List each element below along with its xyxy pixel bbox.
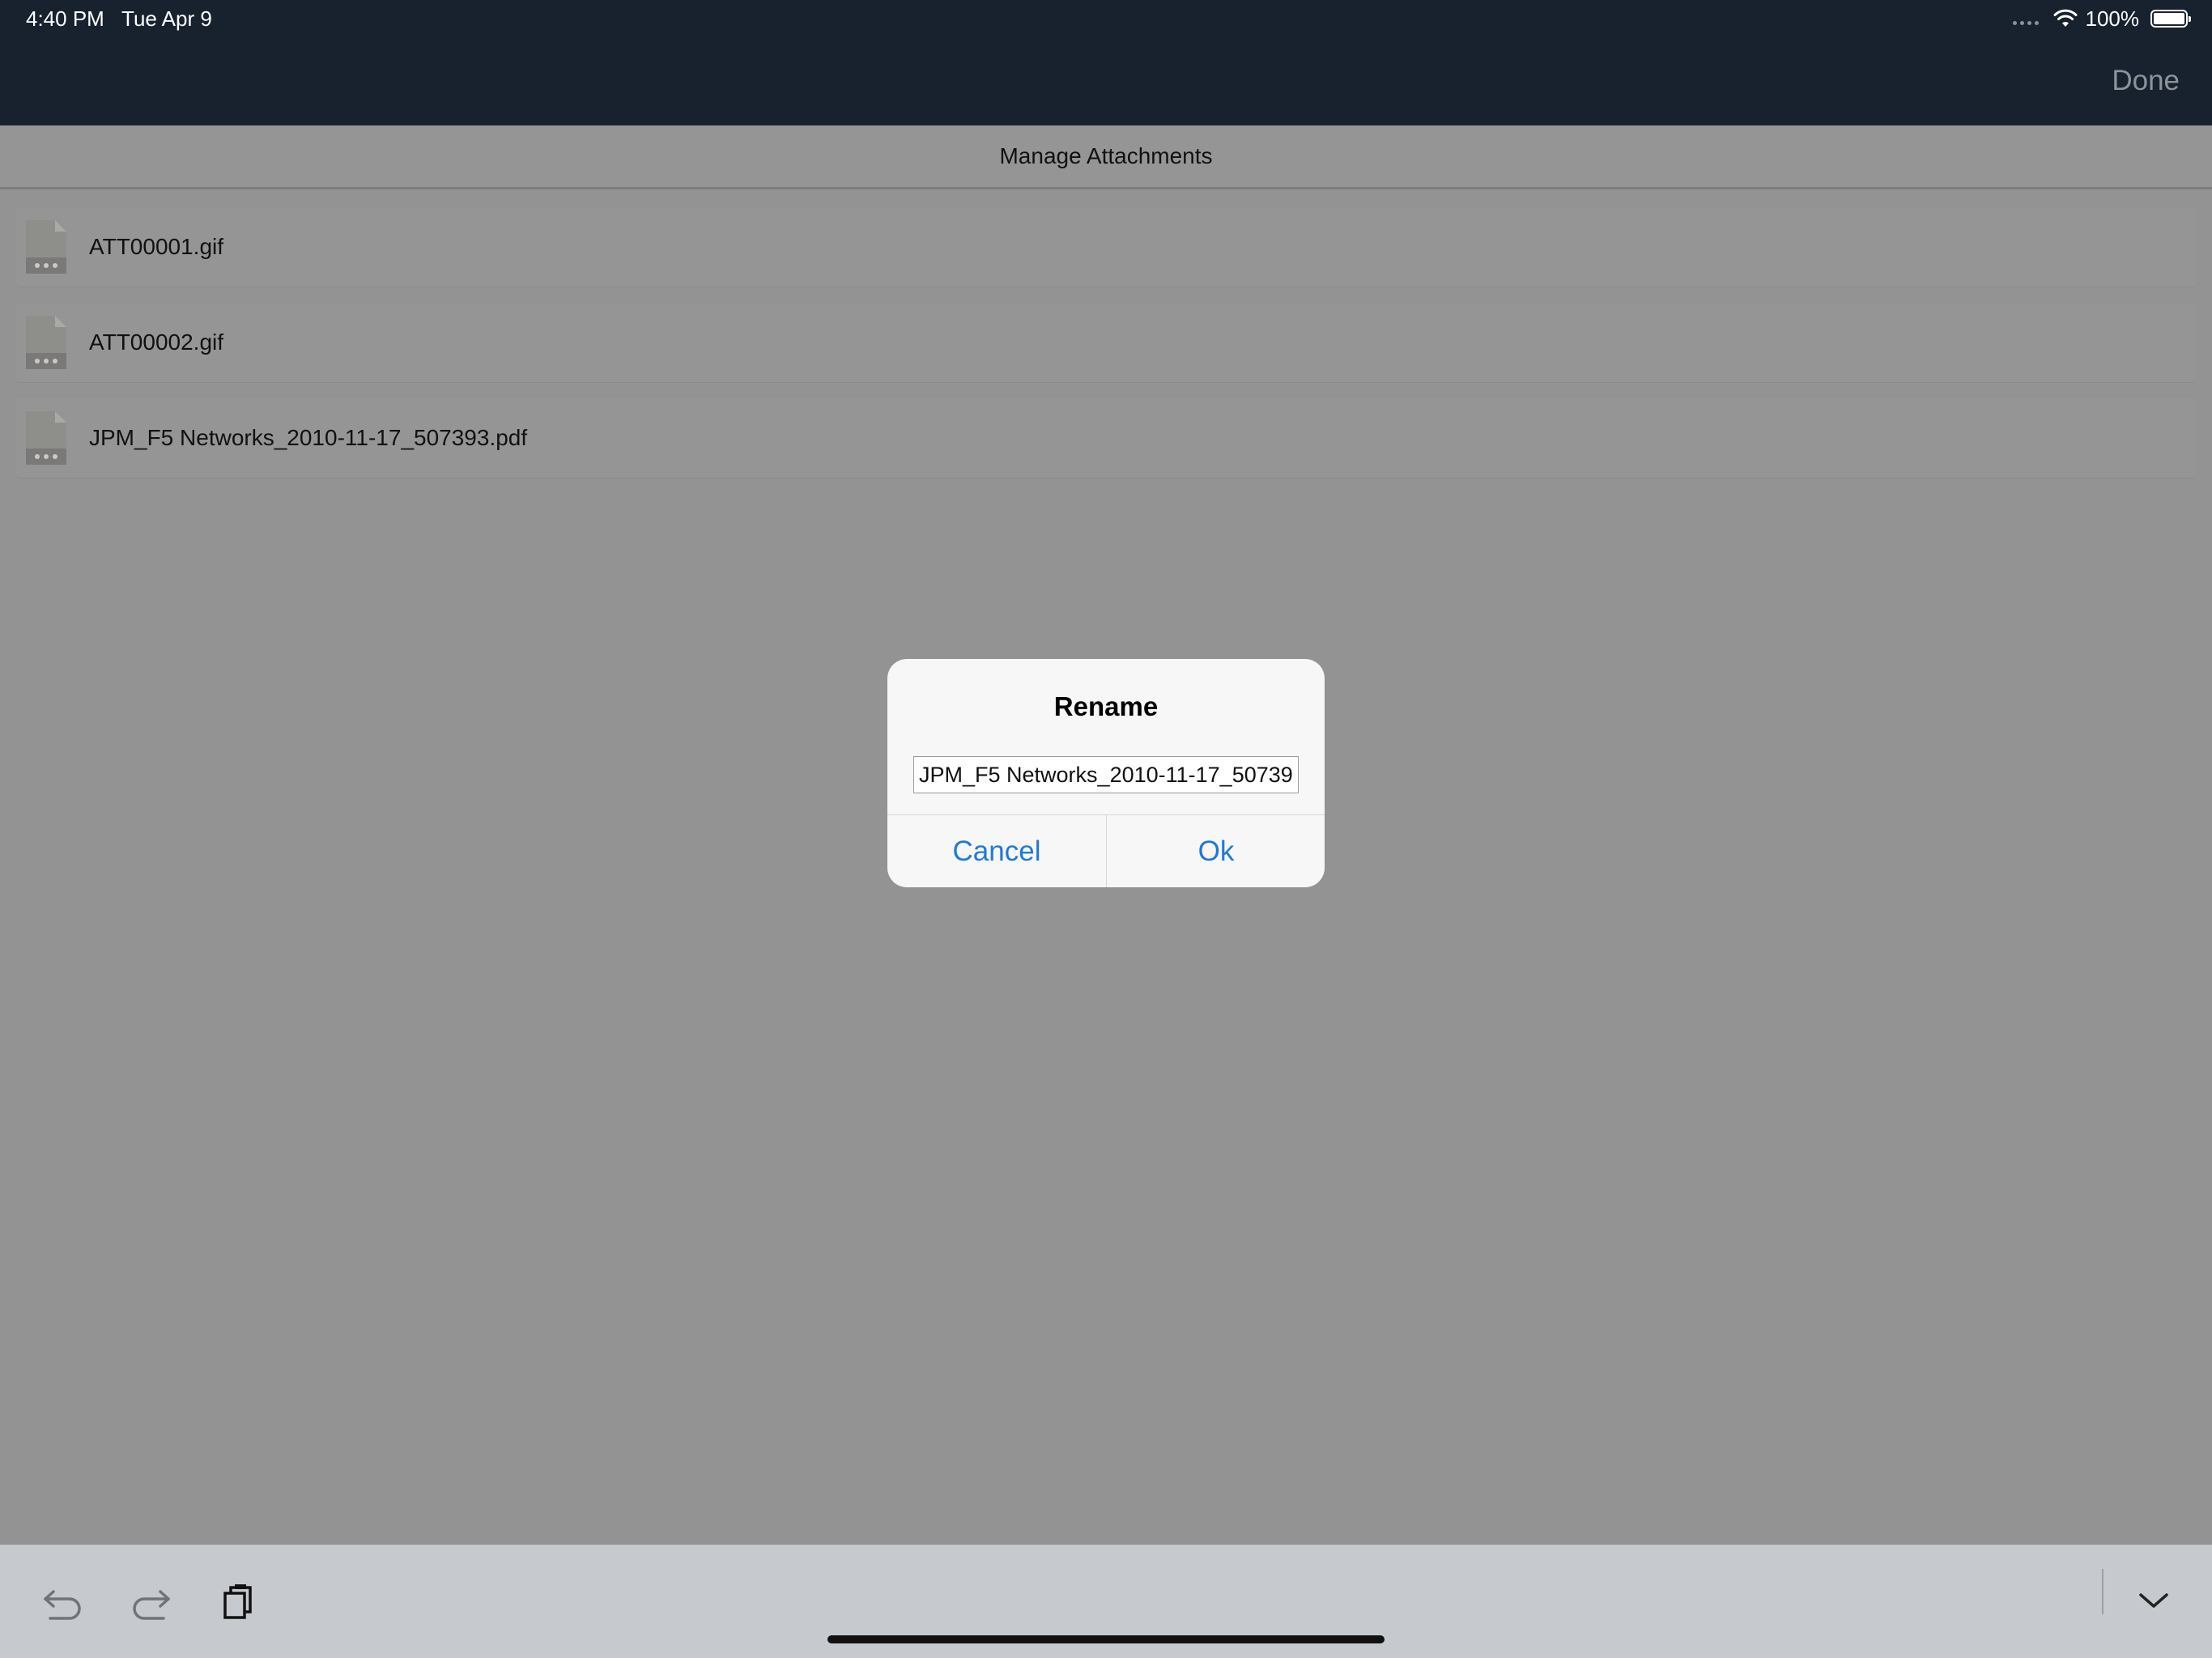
toolbar-divider	[2102, 1569, 2104, 1614]
file-icon	[26, 316, 66, 369]
status-time-date: 4:40 PM Tue Apr 9	[26, 6, 212, 31]
undo-icon[interactable]	[39, 1577, 87, 1626]
battery-icon	[2150, 10, 2191, 28]
done-button[interactable]: Done	[2112, 63, 2180, 99]
dialog-title: Rename	[1053, 691, 1159, 721]
attachment-row[interactable]: ATT00001.gif	[16, 207, 2196, 287]
battery-percent: 100%	[2085, 6, 2140, 31]
signal-dots-icon	[2012, 20, 2039, 25]
status-time: 4:40 PM	[26, 6, 104, 31]
redo-icon[interactable]	[126, 1577, 175, 1626]
attachment-name: ATT00001.gif	[89, 234, 224, 259]
rename-input[interactable]	[913, 756, 1299, 793]
page-title: Manage Attachments	[999, 143, 1213, 168]
attachment-name: ATT00002.gif	[89, 329, 224, 355]
attachment-row[interactable]: JPM_F5 Networks_2010-11-17_507393.pdf	[16, 398, 2196, 478]
attachment-name: JPM_F5 Networks_2010-11-17_507393.pdf	[89, 425, 528, 450]
status-indicators: 100%	[2012, 5, 2191, 32]
chevron-down-icon[interactable]	[2129, 1577, 2178, 1626]
status-date: Tue Apr 9	[121, 6, 212, 31]
home-indicator[interactable]	[827, 1635, 1385, 1643]
keyboard-shortcut-bar	[0, 1545, 2212, 1658]
file-icon	[26, 220, 66, 274]
manage-attachments-header: Manage Attachments	[0, 125, 2212, 189]
navigation-bar: 4:40 PM Tue Apr 9 100% Done	[0, 0, 2212, 125]
attachment-row[interactable]: ATT00002.gif	[16, 303, 2196, 382]
file-icon	[26, 411, 66, 465]
ok-button[interactable]: Ok	[1107, 815, 1325, 887]
cancel-button[interactable]: Cancel	[887, 815, 1106, 887]
rename-dialog: Rename Cancel Ok	[887, 659, 1325, 887]
paste-icon[interactable]	[214, 1577, 262, 1626]
attachment-list: ATT00001.gif ATT00002.gif JPM_F5 Network…	[16, 207, 2196, 494]
wifi-icon	[2053, 9, 2077, 27]
